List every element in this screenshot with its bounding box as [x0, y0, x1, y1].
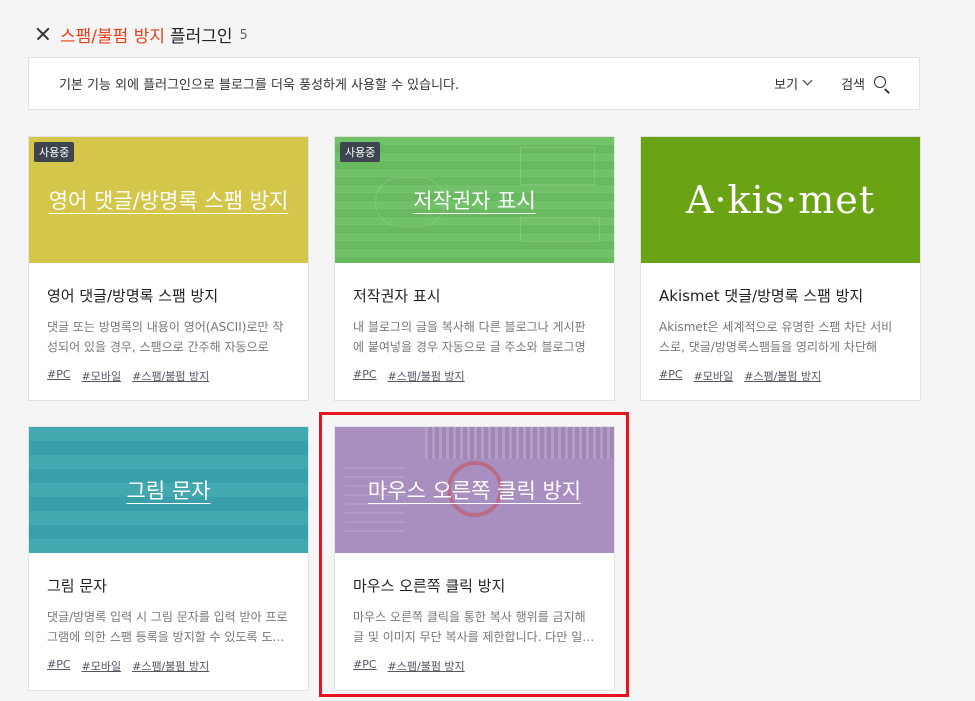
plugin-page: 스팸/불펌 방지 플러그인 5 기본 기능 외에 플러그인으로 블로그를 더욱 … — [0, 0, 975, 701]
card-description: Akismet은 세계적으로 유명한 스팸 차단 서비스로, 댓글/방명록스팸들… — [659, 320, 893, 354]
card-title: Akismet 댓글/방명록 스팸 방지 — [659, 287, 864, 305]
akismet-logo: A·kis·met — [685, 178, 876, 222]
tag-link[interactable]: #모바일 — [82, 658, 122, 674]
card-title: 영어 댓글/방명록 스팸 방지 — [47, 287, 219, 305]
thumbnail-title: 마우스 오른쪽 클릭 방지 — [367, 479, 582, 503]
tag-link[interactable]: #PC — [47, 368, 71, 384]
tag-link[interactable]: #PC — [47, 658, 71, 674]
tag-link[interactable]: #PC — [659, 368, 683, 384]
card-description: 댓글 또는 방명록의 내용이 영어(ASCII)로만 작성되어 있을 경우, 스… — [47, 320, 284, 354]
thumbnail-title: 저작권자 표시 — [413, 189, 536, 213]
category-title: 스팸/불펌 방지 — [60, 26, 165, 47]
card-title: 그림 문자 — [47, 577, 107, 595]
info-bar: 기본 기능 외에 플러그인으로 블로그를 더욱 풍성하게 사용할 수 있습니다.… — [28, 57, 920, 110]
card-thumbnail: 마우스 오른쪽 클릭 방지 — [335, 427, 614, 553]
tag-link[interactable]: #스팸/불펌 방지 — [388, 368, 465, 384]
close-icon[interactable] — [34, 25, 52, 43]
thumbnail-title: 영어 댓글/방명록 스팸 방지 — [48, 189, 289, 213]
plugin-card-english-spam[interactable]: 사용중 영어 댓글/방명록 스팸 방지 영어 댓글/방명록 스팸 방지 댓글 또… — [28, 136, 309, 401]
tag-link[interactable]: #PC — [353, 368, 377, 384]
tag-link[interactable]: #스팸/불펌 방지 — [132, 368, 209, 384]
search-label: 검색 — [841, 78, 865, 93]
tag-link[interactable]: #스팸/불펌 방지 — [132, 658, 209, 674]
plugin-card-copyright[interactable]: 사용중 저작권자 표시 저작권자 표시 내 블로그의 글을 복사해 다른 블로그… — [334, 136, 615, 401]
card-thumbnail: 사용중 영어 댓글/방명록 스팸 방지 — [29, 137, 308, 263]
card-description: 내 블로그의 글을 복사해 다른 블로그나 게시판에 붙여넣을 경우 자동으로 … — [353, 320, 586, 354]
view-button[interactable]: 보기 — [774, 74, 813, 93]
plugin-card-akismet[interactable]: A·kis·met Akismet 댓글/방명록 스팸 방지 Akismet은 … — [640, 136, 921, 401]
card-thumbnail: A·kis·met — [641, 137, 920, 263]
plugin-count: 5 — [239, 27, 248, 43]
tag-link[interactable]: #모바일 — [82, 368, 122, 384]
view-label: 보기 — [774, 78, 799, 93]
search-icon — [873, 75, 891, 94]
card-description: 마우스 오른쪽 클릭을 통한 복사 행위를 금지해 글 및 이미지 무단 복사를… — [353, 610, 595, 644]
tag-link[interactable]: #스팸/불펌 방지 — [388, 658, 465, 674]
tag-link[interactable]: #모바일 — [694, 368, 734, 384]
info-text: 기본 기능 외에 플러그인으로 블로그를 더욱 풍성하게 사용할 수 있습니다. — [59, 78, 460, 93]
tag-link[interactable]: #스팸/불펌 방지 — [744, 368, 821, 384]
page-header: 스팸/불펌 방지 플러그인 5 — [34, 22, 248, 47]
card-title: 저작권자 표시 — [353, 287, 441, 305]
in-use-badge: 사용중 — [34, 142, 75, 162]
plugin-card-captcha[interactable]: 그림 문자 그림 문자 댓글/방명록 입력 시 그림 문자를 입력 받아 프로그… — [28, 426, 309, 691]
in-use-badge: 사용중 — [340, 142, 381, 162]
card-thumbnail: 그림 문자 — [29, 427, 308, 553]
card-title: 마우스 오른쪽 클릭 방지 — [353, 577, 506, 595]
search-button[interactable]: 검색 — [841, 74, 891, 94]
card-description: 댓글/방명록 입력 시 그림 문자를 입력 받아 프로그램에 의한 스팸 등록을… — [47, 610, 288, 644]
thumbnail-title: 그림 문자 — [126, 479, 211, 503]
plugin-card-right-click-block[interactable]: 마우스 오른쪽 클릭 방지 마우스 오른쪽 클릭 방지 마우스 오른쪽 클릭을 … — [334, 426, 615, 691]
chevron-down-icon — [802, 75, 813, 86]
page-title: 플러그인 — [169, 26, 233, 47]
tag-link[interactable]: #PC — [353, 658, 377, 674]
card-thumbnail: 사용중 저작권자 표시 — [335, 137, 614, 263]
